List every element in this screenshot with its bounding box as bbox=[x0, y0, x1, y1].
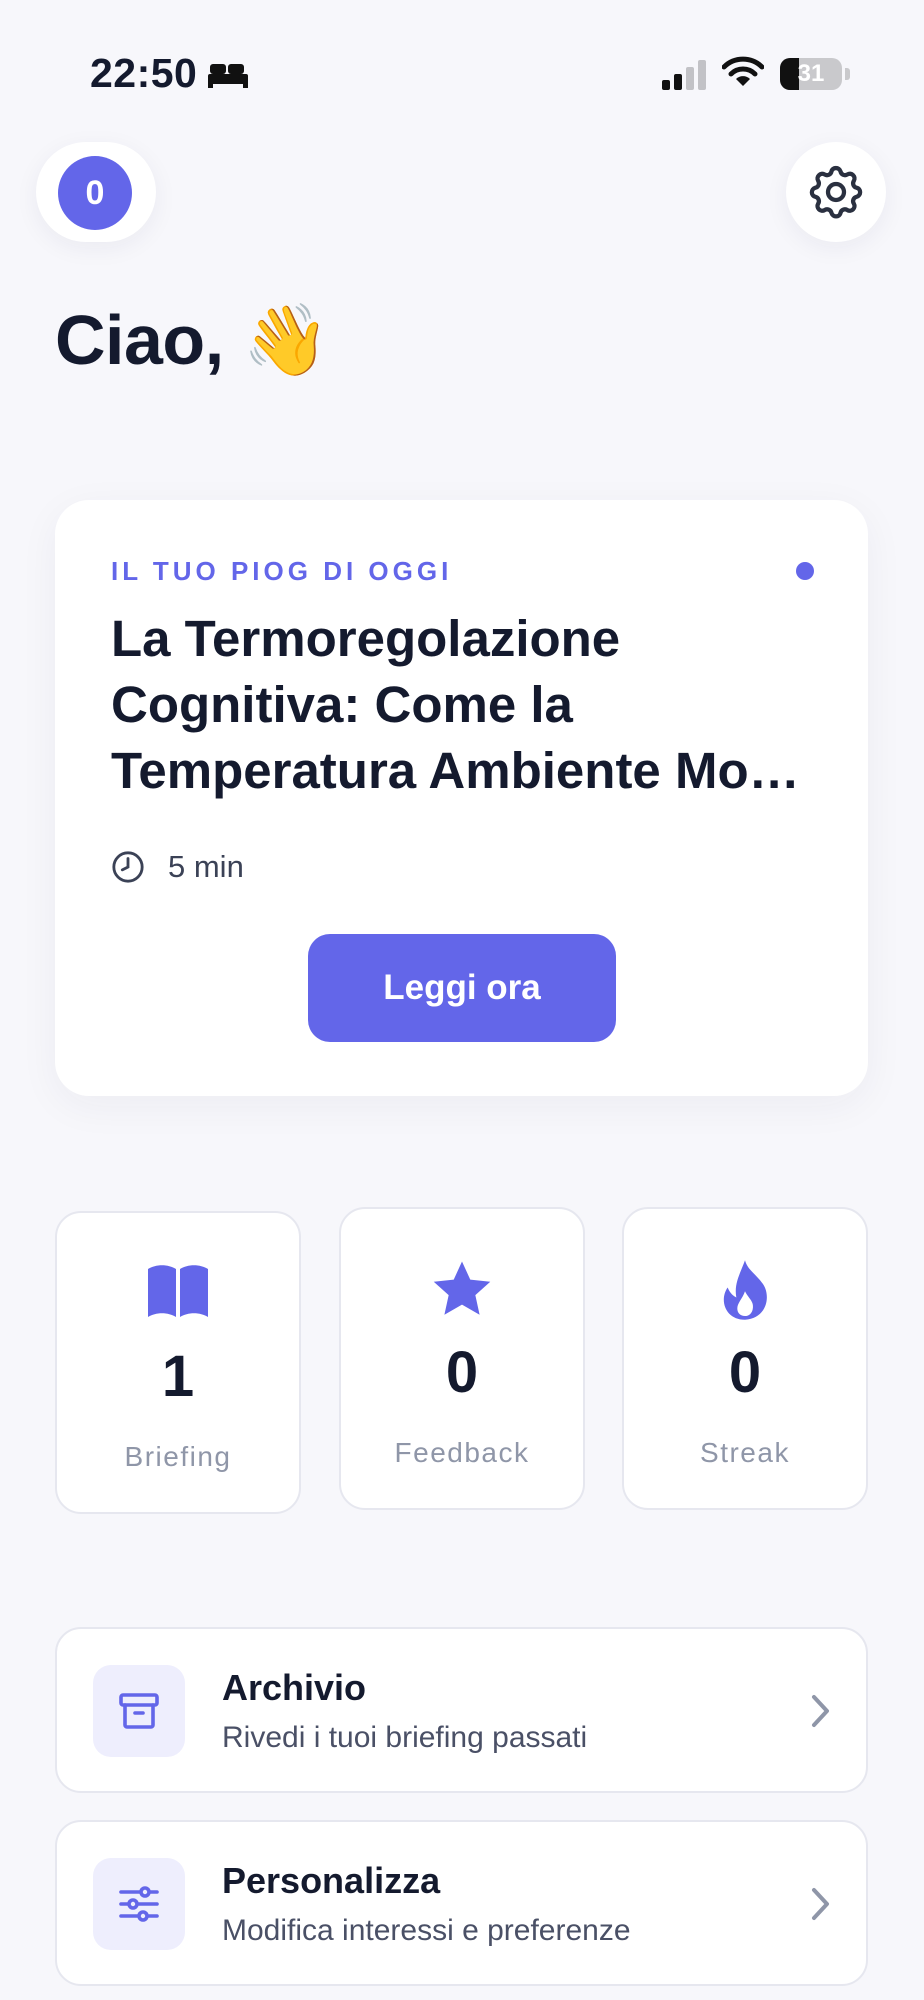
battery-cap bbox=[845, 68, 850, 80]
menu-item-archive[interactable]: Archivio Rivedi i tuoi briefing passati bbox=[55, 1627, 868, 1793]
stat-value: 0 bbox=[445, 1340, 479, 1405]
sliders-icon bbox=[93, 1858, 185, 1950]
greeting-title: Ciao, 👋 bbox=[55, 301, 330, 379]
archive-icon bbox=[93, 1665, 185, 1757]
stat-label: Feedback bbox=[394, 1437, 530, 1468]
stat-briefing: 1 Briefing bbox=[55, 1211, 301, 1514]
menu-item-personalize[interactable]: Personalizza Modifica interessi e prefer… bbox=[55, 1820, 868, 1986]
chevron-right-icon bbox=[812, 1888, 829, 1920]
profile-button[interactable]: 0 bbox=[36, 142, 156, 242]
unread-dot bbox=[796, 562, 814, 580]
menu-item-title: Archivio bbox=[222, 1667, 367, 1708]
gear-icon bbox=[809, 165, 863, 219]
battery-percentage: 31 bbox=[797, 60, 825, 87]
card-eyebrow: IL TUO PIOG DI OGGI bbox=[111, 556, 453, 586]
briefing-title: La Termoregolazione Cognitiva: Come la T… bbox=[111, 610, 800, 799]
flame-icon bbox=[624, 1259, 866, 1321]
book-icon bbox=[57, 1263, 299, 1319]
settings-button[interactable] bbox=[786, 142, 886, 242]
status-time: 22:50 bbox=[90, 50, 198, 96]
battery-indicator: 31 bbox=[780, 58, 842, 90]
wifi-icon bbox=[722, 56, 764, 86]
read-time: 5 min bbox=[168, 849, 244, 884]
stat-label: Briefing bbox=[124, 1441, 232, 1472]
menu-item-title: Personalizza bbox=[222, 1860, 441, 1901]
stat-value: 0 bbox=[728, 1340, 762, 1405]
stat-streak: 0 Streak bbox=[622, 1207, 868, 1510]
today-briefing-card[interactable]: IL TUO PIOG DI OGGI La Termoregolazione … bbox=[55, 500, 868, 1096]
clock-icon bbox=[112, 851, 144, 883]
read-now-button[interactable]: Leggi ora bbox=[308, 934, 616, 1042]
menu-item-subtitle: Modifica interessi e preferenze bbox=[222, 1914, 631, 1947]
stat-feedback: 0 Feedback bbox=[339, 1207, 585, 1510]
stat-label: Streak bbox=[700, 1437, 790, 1468]
star-icon bbox=[341, 1259, 583, 1321]
chevron-right-icon bbox=[812, 1695, 829, 1727]
stat-value: 1 bbox=[161, 1344, 195, 1409]
avatar: 0 bbox=[58, 156, 132, 230]
signal-icon bbox=[662, 60, 706, 90]
status-bar: 22:50 31 bbox=[0, 0, 924, 150]
menu-item-subtitle: Rivedi i tuoi briefing passati bbox=[222, 1721, 588, 1754]
bed-icon bbox=[208, 64, 248, 88]
